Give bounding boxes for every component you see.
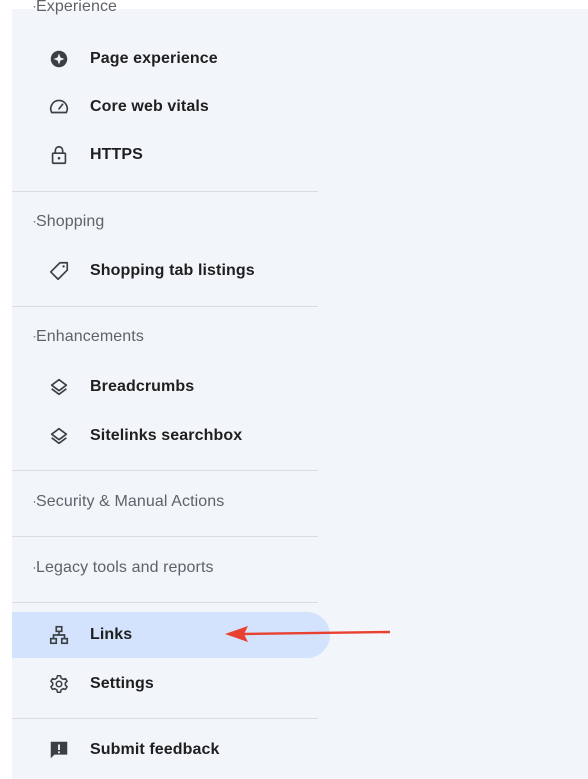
sidebar-item-submit-feedback[interactable]: Submit feedback bbox=[12, 727, 330, 773]
sidebar-item-sitelinks-searchbox[interactable]: Sitelinks searchbox bbox=[12, 413, 330, 459]
divider bbox=[12, 536, 318, 537]
layers-icon bbox=[48, 376, 70, 398]
divider bbox=[12, 470, 318, 471]
sidebar-item-label: Submit feedback bbox=[90, 741, 220, 758]
sidebar-item-label: Page experience bbox=[90, 50, 218, 67]
caret-down-icon bbox=[12, 2, 36, 12]
section-header-security[interactable]: Security & Manual Actions bbox=[12, 487, 224, 517]
layers-icon bbox=[48, 425, 70, 447]
sidebar-item-label: Sitelinks searchbox bbox=[90, 427, 243, 444]
sidebar-item-breadcrumbs[interactable]: Breadcrumbs bbox=[12, 364, 330, 410]
section-label: Experience bbox=[36, 0, 118, 15]
sidebar-item-https[interactable]: HTTPS bbox=[12, 132, 330, 178]
sidebar-item-label: HTTPS bbox=[90, 146, 143, 163]
gear-icon bbox=[48, 673, 70, 695]
section-label: Enhancements bbox=[36, 328, 144, 345]
section-header-legacy[interactable]: Legacy tools and reports bbox=[12, 553, 214, 583]
sidebar-item-core-web-vitals[interactable]: Core web vitals bbox=[12, 84, 330, 130]
sidebar-item-label: Shopping tab listings bbox=[90, 262, 255, 279]
sidebar-item-label: Core web vitals bbox=[90, 98, 209, 115]
gauge-icon bbox=[48, 96, 70, 118]
caret-right-icon bbox=[12, 563, 36, 573]
page: Experience Page experience Core web vita… bbox=[0, 0, 588, 779]
annotation-arrow bbox=[225, 626, 391, 642]
sidebar-item-label: Links bbox=[90, 626, 133, 643]
divider bbox=[12, 602, 318, 603]
feedback-icon bbox=[48, 739, 70, 761]
sidebar-item-settings[interactable]: Settings bbox=[12, 661, 330, 707]
section-header-enhancements[interactable]: Enhancements bbox=[12, 322, 144, 352]
section-label: Legacy tools and reports bbox=[36, 559, 214, 576]
caret-down-icon bbox=[12, 332, 36, 342]
section-label: Security & Manual Actions bbox=[36, 493, 225, 510]
tag-icon bbox=[48, 260, 70, 282]
section-label: Shopping bbox=[36, 213, 105, 230]
lock-icon bbox=[48, 144, 70, 166]
caret-right-icon bbox=[12, 497, 36, 507]
divider bbox=[12, 306, 318, 307]
page-experience-icon bbox=[48, 48, 70, 70]
divider bbox=[12, 191, 318, 192]
sidebar-item-shopping-tab-listings[interactable]: Shopping tab listings bbox=[12, 248, 330, 294]
sidebar-item-label: Settings bbox=[90, 675, 154, 692]
sitemap-icon bbox=[48, 624, 70, 646]
caret-down-icon bbox=[12, 217, 36, 227]
divider bbox=[12, 718, 318, 719]
section-header-experience[interactable]: Experience bbox=[12, 0, 117, 22]
sidebar-nav: Experience Page experience Core web vita… bbox=[12, 0, 588, 779]
sidebar-item-page-experience[interactable]: Page experience bbox=[12, 36, 330, 82]
section-header-shopping[interactable]: Shopping bbox=[12, 207, 104, 237]
sidebar-item-label: Breadcrumbs bbox=[90, 378, 195, 395]
